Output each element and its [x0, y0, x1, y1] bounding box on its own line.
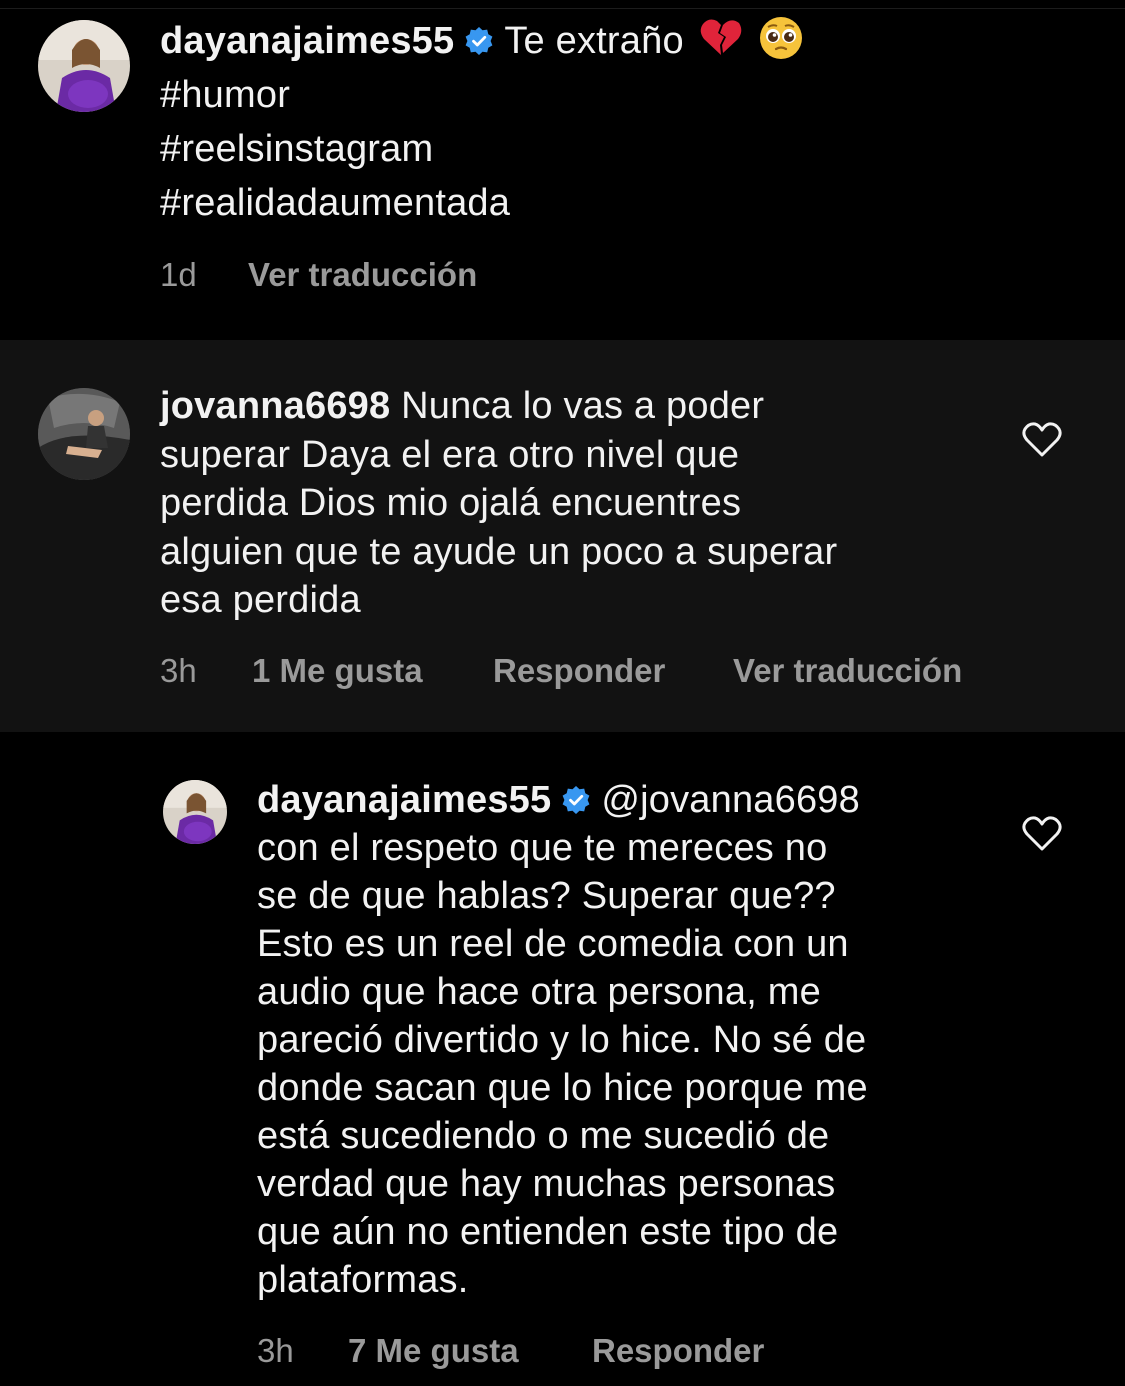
- comment-text: jovanna6698 Nunca lo vas a poder superar…: [160, 382, 837, 625]
- broken-heart-icon: [698, 15, 744, 61]
- like-heart-icon[interactable]: [1022, 422, 1062, 458]
- comment-line: superar Daya el era otro nivel que: [160, 433, 740, 476]
- hashtag[interactable]: #realidadaumentada: [160, 176, 804, 230]
- reply-text: dayanajaimes55 @jovanna6698 con el respet…: [257, 776, 868, 1304]
- comment-reply-button[interactable]: Responder: [493, 652, 665, 690]
- pleading-face-icon: [758, 15, 804, 61]
- caption-message: Te extraño: [504, 20, 684, 62]
- comment-item: jovanna6698 Nunca lo vas a poder superar…: [0, 340, 1125, 732]
- comment-meta: 3h 1 Me gusta Responder Ver traducción: [160, 652, 1060, 692]
- reply-line: plataformas.: [257, 1259, 469, 1301]
- reply-line: con el respeto que te mereces no: [257, 827, 828, 869]
- comment-line: esa perdida: [160, 579, 361, 621]
- caption-translate-link[interactable]: Ver traducción: [248, 256, 477, 294]
- reply-line: se de que hablas? Superar que??: [257, 875, 836, 917]
- reply-avatar[interactable]: [163, 780, 227, 844]
- caption-timestamp: 1d: [160, 256, 197, 293]
- comment-line: alguien que te ayude un poco a superar: [160, 530, 838, 573]
- reply-reply-button[interactable]: Responder: [592, 1332, 764, 1370]
- divider: [0, 8, 1125, 9]
- comment-timestamp: 3h: [160, 652, 197, 689]
- reply-line: donde sacan que lo hice porque me: [257, 1067, 868, 1109]
- hashtag[interactable]: #reelsinstagram: [160, 122, 804, 176]
- reply-item: dayanajaimes55 @jovanna6698 con el respet…: [0, 732, 1125, 1386]
- verified-badge-icon: [464, 26, 494, 56]
- reply-line: Esto es un reel de comedia con un: [257, 923, 849, 965]
- comment-line: perdida Dios mio ojalá encuentres: [160, 482, 742, 524]
- reply-timestamp: 3h: [257, 1332, 294, 1369]
- commenter-avatar[interactable]: [38, 388, 130, 480]
- like-heart-icon[interactable]: [1022, 816, 1062, 852]
- commenter-username[interactable]: jovanna6698: [160, 385, 390, 427]
- comment-line: Nunca lo vas a poder: [401, 385, 765, 427]
- reply-likes-count[interactable]: 7 Me gusta: [348, 1332, 519, 1370]
- hashtag[interactable]: #humor: [160, 68, 804, 122]
- reply-line: está sucediendo o me sucedió de: [257, 1115, 830, 1157]
- reply-line: que aún no entienden este tipo de: [257, 1211, 839, 1253]
- caption-section: dayanajaimes55 Te extraño #humor #reelsin…: [0, 0, 1125, 338]
- caption-username[interactable]: dayanajaimes55: [160, 20, 454, 62]
- reply-line: audio que hace otra persona, me: [257, 971, 821, 1013]
- reply-line: verdad que hay muchas personas: [257, 1163, 836, 1205]
- reply-username[interactable]: dayanajaimes55: [257, 779, 551, 821]
- comment-translate-link[interactable]: Ver traducción: [733, 652, 962, 690]
- mention-link[interactable]: @jovanna6698: [601, 779, 860, 821]
- comment-likes-count[interactable]: 1 Me gusta: [252, 652, 423, 690]
- comments-screen: dayanajaimes55 Te extraño #humor #reelsin…: [0, 0, 1125, 1386]
- verified-badge-icon: [561, 785, 591, 815]
- caption-text: dayanajaimes55 Te extraño #humor #reelsin…: [160, 14, 804, 230]
- reply-meta: 3h 7 Me gusta Responder: [257, 1332, 1077, 1372]
- caption-meta: 1d Ver traducción: [160, 256, 1060, 296]
- reply-line: pareció divertido y lo hice. No sé de: [257, 1019, 867, 1061]
- caption-avatar[interactable]: [38, 20, 130, 112]
